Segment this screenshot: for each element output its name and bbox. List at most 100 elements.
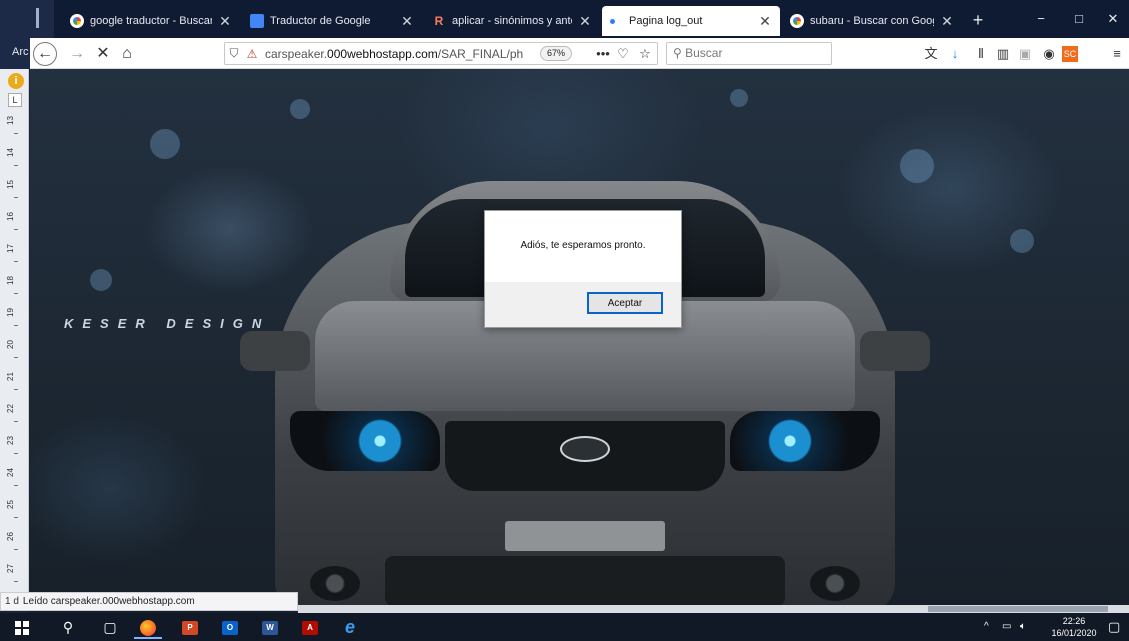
ruler-tick bbox=[14, 453, 18, 454]
outlook-icon: O bbox=[222, 621, 238, 636]
new-tab-button[interactable]: + bbox=[965, 8, 991, 34]
tab-subaru[interactable]: subaru - Buscar con Google ✕ bbox=[782, 6, 962, 36]
ruler-number: 24 bbox=[6, 468, 15, 477]
tab-title: Traductor de Google bbox=[270, 15, 371, 27]
clock-date: 16/01/2020 bbox=[1051, 628, 1097, 638]
ruler-tick bbox=[14, 581, 18, 582]
taskbar-outlook[interactable]: O bbox=[216, 615, 244, 639]
nav-toolbar: Arc ← → ✕ ⌂ ⛉ ⚠ carspeaker.000webhostapp… bbox=[0, 38, 1129, 69]
ruler-number: 17 bbox=[6, 244, 15, 253]
ruler-tick bbox=[14, 389, 18, 390]
account-icon[interactable]: ◉ bbox=[1040, 45, 1058, 63]
ruler-tick bbox=[14, 197, 18, 198]
status-bar: 1 d Leído carspeaker.000webhostapp.com bbox=[0, 592, 298, 611]
taskbar-word[interactable]: W bbox=[256, 615, 284, 639]
windows-icon bbox=[15, 621, 29, 636]
forward-button[interactable]: → bbox=[64, 42, 90, 66]
sidebar-icon[interactable]: ▥ bbox=[994, 45, 1012, 63]
download-icon[interactable]: ↓ bbox=[946, 45, 964, 63]
start-button[interactable] bbox=[8, 615, 36, 639]
url-bar[interactable]: ⛉ ⚠ carspeaker.000webhostapp.com/SAR_FIN… bbox=[224, 42, 658, 65]
notifications-icon[interactable]: ▢ bbox=[1108, 613, 1120, 641]
bokeh-light bbox=[730, 89, 748, 107]
internet-explorer-icon: e bbox=[344, 617, 355, 637]
translate-icon bbox=[250, 14, 264, 28]
ruler-tick bbox=[14, 229, 18, 230]
taskbar-firefox[interactable] bbox=[134, 615, 162, 639]
taskbar-acrobat[interactable]: A bbox=[296, 615, 324, 639]
maximize-button[interactable]: □ bbox=[1061, 6, 1097, 32]
menu-icon[interactable]: ≡ bbox=[1108, 45, 1126, 63]
close-tab-icon[interactable]: ✕ bbox=[400, 13, 414, 30]
pocket-icon[interactable]: ♡ bbox=[614, 45, 632, 63]
status-text: Leído carspeaker.000webhostapp.com bbox=[22, 596, 195, 607]
accept-button[interactable]: Aceptar bbox=[587, 292, 663, 314]
ruler-tick bbox=[14, 325, 18, 326]
ruler-tab-stop[interactable]: L bbox=[8, 93, 22, 107]
url-prefix: carspeaker. bbox=[265, 46, 328, 61]
info-icon[interactable]: i bbox=[8, 73, 24, 89]
close-tab-icon[interactable]: ✕ bbox=[940, 13, 954, 30]
vertical-ruler: i L 13 14 15 16 17 18 19 20 21 22 23 24 25 26 27 bbox=[0, 69, 29, 597]
google-icon bbox=[70, 14, 84, 28]
search-input[interactable]: ⚲ Buscar bbox=[666, 42, 832, 65]
tab-strip: google traductor - Buscar con Google ✕ T… bbox=[0, 0, 1129, 38]
close-tab-icon[interactable]: ✕ bbox=[218, 13, 232, 30]
loading-dot-icon bbox=[610, 18, 615, 24]
system-clock[interactable]: 22:26 16/01/2020 bbox=[1046, 615, 1102, 639]
clock-time: 22:26 bbox=[1062, 616, 1086, 626]
bookmark-star-icon[interactable]: ☆ bbox=[636, 45, 654, 63]
ruler-number: 20 bbox=[6, 340, 15, 349]
shield-icon[interactable]: ⛉ bbox=[225, 46, 243, 61]
library-icon[interactable]: ⫴ bbox=[972, 45, 990, 63]
tab-title: aplicar - sinónimos y antónimos bbox=[452, 15, 572, 27]
scrollbar-thumb[interactable] bbox=[928, 606, 1108, 612]
alert-dialog: Adiós, te esperamos pronto. Aceptar bbox=[484, 210, 682, 328]
close-tab-icon[interactable]: ✕ bbox=[758, 13, 772, 30]
home-icon[interactable]: ⌂ bbox=[114, 42, 140, 66]
taskbar-powerpoint[interactable]: P bbox=[176, 615, 204, 639]
search-icon: ⚲ bbox=[62, 619, 74, 635]
page-content: KESER DESIGN Adiós, te esperamos pronto.… bbox=[30, 69, 1129, 613]
tab-google-traductor[interactable]: google traductor - Buscar con Google ✕ bbox=[62, 6, 240, 36]
tab-pagina-log-out[interactable]: Pagina log_out ✕ bbox=[602, 6, 780, 36]
translate-extension-icon[interactable]: 文 bbox=[922, 45, 940, 63]
bokeh-light bbox=[150, 129, 180, 159]
wordreference-icon: R bbox=[434, 14, 444, 28]
show-hidden-icons[interactable]: ^ bbox=[984, 613, 989, 641]
page-actions-button[interactable]: ••• bbox=[594, 45, 612, 63]
extension-sc-icon[interactable]: SC bbox=[1062, 46, 1078, 62]
task-view-button[interactable]: ▢ bbox=[96, 615, 124, 639]
ruler-tick bbox=[14, 165, 18, 166]
minimize-button[interactable]: − bbox=[1023, 6, 1059, 32]
tab-traductor-de-google[interactable]: Traductor de Google ✕ bbox=[242, 6, 422, 36]
taskbar-internet-explorer[interactable]: e bbox=[336, 615, 364, 639]
close-window-button[interactable]: ✕ bbox=[1095, 6, 1129, 32]
acrobat-icon: A bbox=[302, 621, 318, 636]
volume-icon[interactable]: 🔈︎ bbox=[1020, 613, 1026, 641]
battery-icon[interactable]: ▭ bbox=[1002, 613, 1011, 641]
stop-button[interactable]: ✕ bbox=[90, 42, 116, 66]
screenshot-icon[interactable]: ▣ bbox=[1016, 45, 1034, 63]
horizontal-scrollbar[interactable] bbox=[298, 605, 1129, 613]
left-pane-top bbox=[0, 0, 54, 38]
ruler-tick bbox=[14, 261, 18, 262]
close-tab-icon[interactable]: ✕ bbox=[578, 13, 592, 30]
tab-title: Pagina log_out bbox=[629, 15, 703, 27]
google-icon bbox=[790, 14, 804, 28]
bokeh-light bbox=[1010, 229, 1034, 253]
ruler-tick bbox=[14, 485, 18, 486]
ruler-number: 25 bbox=[6, 500, 15, 509]
bokeh-light bbox=[290, 99, 310, 119]
ruler-tick bbox=[14, 517, 18, 518]
search-placeholder: Buscar bbox=[685, 46, 723, 60]
status-prefix: 1 d bbox=[5, 596, 19, 607]
ruler-number: 22 bbox=[6, 404, 15, 413]
insecure-lock-icon[interactable]: ⚠ bbox=[243, 47, 261, 61]
zoom-indicator[interactable]: 67% bbox=[540, 46, 572, 61]
tab-aplicar-sinonimos[interactable]: R aplicar - sinónimos y antónimos ✕ bbox=[424, 6, 600, 36]
bokeh-light bbox=[900, 149, 934, 183]
left-pane-label: Arc bbox=[0, 38, 30, 69]
search-button[interactable]: ⚲ bbox=[54, 615, 82, 639]
back-button[interactable]: ← bbox=[33, 42, 57, 66]
